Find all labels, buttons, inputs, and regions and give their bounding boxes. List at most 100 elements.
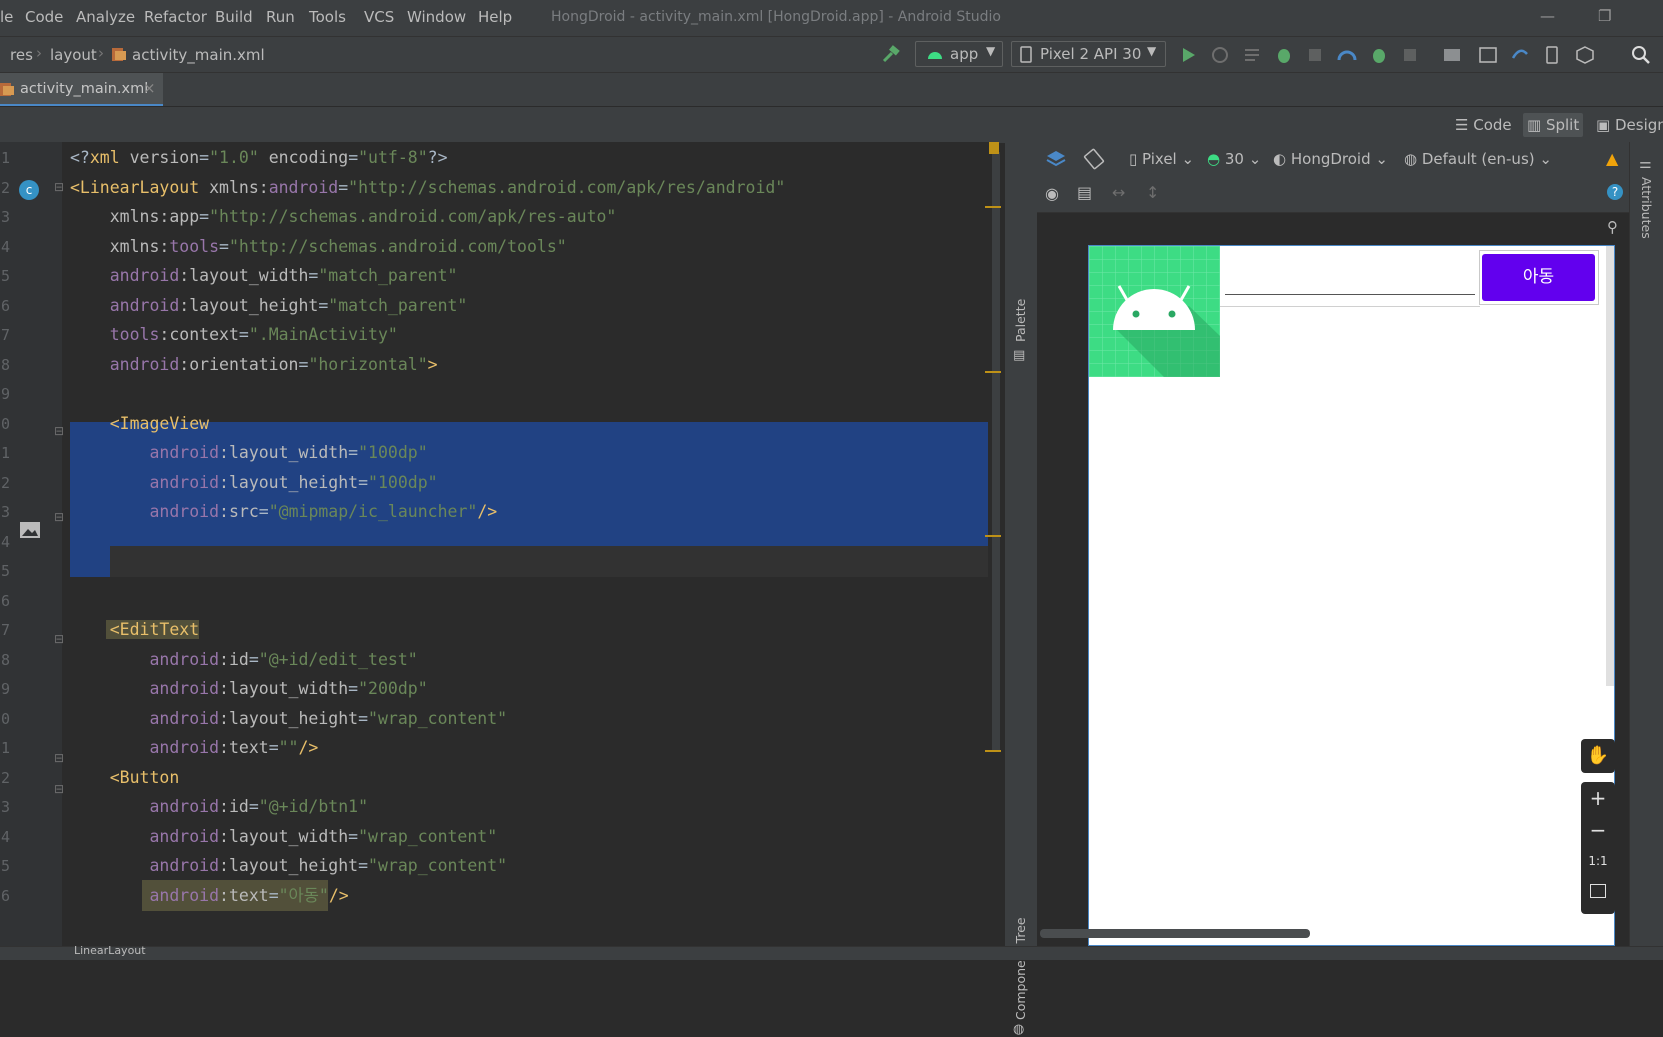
palette-tab[interactable]: Palette <box>1013 299 1028 342</box>
theme-dropdown[interactable]: ◐ HongDroid ⌄ <box>1273 150 1388 168</box>
menu-run[interactable]: Run <box>266 8 295 26</box>
terminal-icon[interactable] <box>1477 44 1499 66</box>
scroll-marker[interactable] <box>985 206 1001 208</box>
code-token: <EditText <box>70 620 200 639</box>
code-token: android <box>70 443 220 462</box>
scroll-marker[interactable] <box>985 371 1001 373</box>
menu-vcs[interactable]: VCS <box>364 8 394 26</box>
warning-icon[interactable]: ▲ <box>1606 149 1618 168</box>
avd-manager-icon[interactable] <box>1541 44 1563 66</box>
device-select[interactable]: Pixel 2 API 30 ▼ <box>1011 41 1166 67</box>
breadcrumb-res[interactable]: res <box>10 46 33 64</box>
line-number: 8 <box>1 355 11 374</box>
menu-refactor[interactable]: Refactor <box>144 8 207 26</box>
api-dropdown[interactable]: ◓ 30 ⌄ <box>1207 150 1261 168</box>
preview-scrollbar[interactable] <box>1606 246 1614 686</box>
sdk-manager-icon[interactable] <box>1574 44 1596 66</box>
zoom-fit-icon[interactable] <box>1590 884 1606 898</box>
close-icon[interactable]: × <box>143 79 156 97</box>
breadcrumb-layout[interactable]: layout <box>50 46 97 64</box>
zoom-out-button[interactable]: − <box>1581 818 1615 842</box>
run-icon[interactable] <box>1177 44 1199 66</box>
image-preview-icon[interactable] <box>19 521 41 543</box>
code-token: "http://schemas.android.com/apk/res-auto… <box>209 207 617 226</box>
line-number: 7 <box>1 326 11 344</box>
attributes-tab[interactable]: Attributes <box>1639 177 1654 239</box>
locale-dropdown[interactable]: ◍ Default (en-us) ⌄ <box>1404 150 1552 168</box>
fold-icon[interactable]: ⊟ <box>54 180 64 194</box>
pan-hand-icon[interactable]: ✋ <box>1581 739 1615 773</box>
code-token: = <box>219 236 229 256</box>
design-horizontal-scrollbar[interactable] <box>1040 929 1310 938</box>
code-mode-button[interactable]: ☰ Code <box>1455 113 1512 137</box>
fold-icon[interactable]: ⊟ <box>54 782 64 796</box>
orientation-icon[interactable] <box>1083 148 1105 174</box>
android-icon: ◓ <box>1207 150 1221 168</box>
menu-file[interactable]: le <box>0 8 13 26</box>
code-token: <Button <box>70 767 180 787</box>
zoom-actual-button[interactable]: 1:1 <box>1581 854 1615 868</box>
line-number: 6 <box>1 886 11 905</box>
menu-window[interactable]: Window <box>407 8 466 26</box>
menu-build[interactable]: Build <box>215 8 253 26</box>
coverage-icon[interactable] <box>1304 44 1326 66</box>
menu-tools[interactable]: Tools <box>309 8 346 26</box>
attach-debugger-icon[interactable] <box>1368 44 1390 66</box>
apply-code-changes-icon[interactable] <box>1241 44 1263 66</box>
search-icon[interactable] <box>1630 44 1652 66</box>
code-token: "100dp" <box>368 472 438 492</box>
zoom-in-button[interactable]: + <box>1581 786 1615 810</box>
edit-text-preview[interactable] <box>1225 294 1475 295</box>
project-structure-icon[interactable] <box>1441 44 1463 66</box>
run-config-select[interactable]: app ▼ <box>915 41 1003 67</box>
component-tree-tab[interactable]: Component Tree <box>1013 917 1028 1020</box>
menu-code[interactable]: Code <box>25 8 63 26</box>
editor-scroll-thumb[interactable] <box>992 152 1000 752</box>
button-preview[interactable]: 아동 <box>1482 254 1595 301</box>
profiler-icon[interactable] <box>1336 44 1358 66</box>
device-dropdown-label: Pixel <box>1142 150 1177 168</box>
design-mode-button[interactable]: ▣ Design <box>1596 113 1663 137</box>
code-token: android <box>70 649 220 669</box>
apply-changes-icon[interactable] <box>1209 44 1231 66</box>
scroll-marker[interactable] <box>985 750 1001 752</box>
code-token: = <box>238 325 249 344</box>
android-icon <box>926 46 944 66</box>
class-marker-icon[interactable]: c <box>19 180 39 200</box>
menu-analyze[interactable]: Analyze <box>76 8 135 26</box>
blueprint-icon[interactable]: ▤ <box>1077 183 1092 202</box>
help-icon[interactable]: ? <box>1607 184 1623 200</box>
code-token: <? <box>70 148 90 167</box>
code-token: = <box>348 679 359 698</box>
scroll-marker[interactable] <box>985 535 1001 537</box>
attributes-strip: ⚌ Attributes <box>1629 142 1663 946</box>
stop-icon[interactable] <box>1399 44 1421 66</box>
code-lines: <?xml version="1.0" encoding="utf-8"?> <L… <box>70 142 985 946</box>
fold-icon[interactable]: ⊟ <box>54 751 64 765</box>
debug-icon[interactable] <box>1273 44 1295 66</box>
device-dropdown[interactable]: ▯ Pixel ⌄ <box>1129 150 1194 168</box>
split-mode-button[interactable]: ▥ Split <box>1523 113 1584 137</box>
tab-activity-main[interactable]: activity_main.xml × <box>0 73 163 107</box>
warning-marker[interactable] <box>989 142 999 154</box>
restore-icon[interactable]: ❐ <box>1598 7 1611 25</box>
lines-icon: ☰ <box>1455 116 1469 134</box>
vertical-resize-icon[interactable]: ↕ <box>1146 183 1159 202</box>
horizontal-resize-icon[interactable]: ↔ <box>1112 183 1125 202</box>
fold-icon[interactable]: ⊟ <box>54 632 64 646</box>
pin-icon[interactable]: ⚲ <box>1607 218 1618 236</box>
device-preview[interactable]: 아동 <box>1088 245 1615 946</box>
hammer-icon[interactable] <box>880 43 902 65</box>
minimize-icon[interactable]: — <box>1540 7 1555 25</box>
sync-icon[interactable] <box>1509 44 1531 66</box>
breadcrumb-file[interactable]: activity_main.xml <box>132 46 265 64</box>
layers-icon[interactable] <box>1045 148 1067 174</box>
code-token: "100dp" <box>358 443 428 462</box>
code-line: android:layout_height="match_parent" <box>70 290 468 321</box>
image-view-preview[interactable] <box>1089 246 1220 377</box>
code-token: "http://schemas.android.com/apk/res/andr… <box>348 177 786 197</box>
fold-icon[interactable]: ⊟ <box>54 510 64 524</box>
fold-icon[interactable]: ⊟ <box>54 424 64 438</box>
eye-icon[interactable]: ◉ <box>1045 184 1059 203</box>
menu-help[interactable]: Help <box>478 8 512 26</box>
